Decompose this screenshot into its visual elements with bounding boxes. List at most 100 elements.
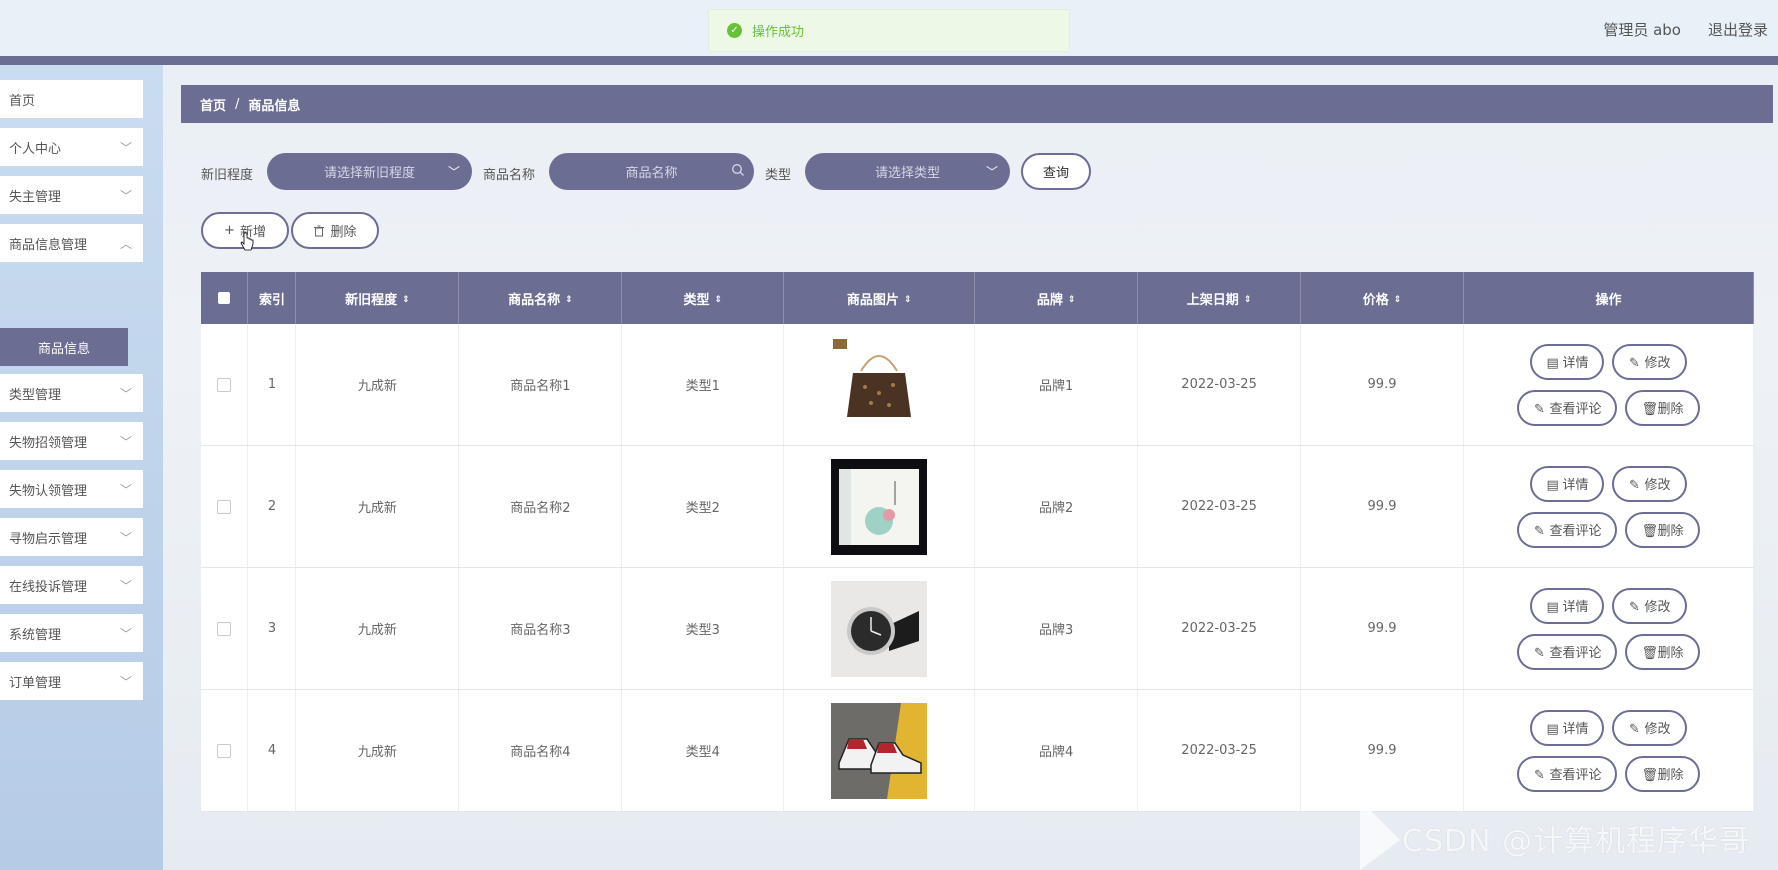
trash-icon: 🗑 [1641, 523, 1658, 539]
sidebar-item-notices[interactable]: 寻物启示管理 ﹀ [0, 518, 143, 556]
product-image-sneakers[interactable] [831, 702, 928, 799]
table-row: 4 九成新 商品名称4 类型4 品牌4 2022-03-25 99.9 ▤ 详情… [201, 689, 1755, 812]
sidebar-item-label: 在线投诉管理 [9, 579, 88, 595]
delete-button[interactable]: 🗑 删除 [1625, 511, 1700, 548]
chevron-down-icon: ﹀ [119, 675, 132, 689]
type-select-placeholder: 请选择类型 [874, 166, 940, 181]
column-header-index: 索引 [247, 272, 297, 324]
condition-select-placeholder: 请选择新旧程度 [323, 166, 415, 181]
sort-icon[interactable]: ⇕ [1244, 295, 1252, 305]
detail-button[interactable]: ▤ 详情 [1530, 587, 1605, 624]
condition-select[interactable]: 请选择新旧程度 ﹀ [267, 153, 472, 190]
name-search-placeholder: 商品名称 [625, 166, 678, 181]
cell-index: 1 [247, 324, 297, 446]
delete-button-label: 删除 [1657, 646, 1684, 661]
product-image-watch[interactable] [831, 580, 928, 677]
view-comments-button[interactable]: ✎ 查看评论 [1517, 511, 1618, 548]
view-comments-button[interactable]: ✎ 查看评论 [1517, 755, 1618, 792]
query-button[interactable]: 查询 [1021, 153, 1091, 190]
column-header-name[interactable]: 商品名称 ⇕ [458, 272, 623, 324]
column-header-date[interactable]: 上架日期 ⇕ [1137, 272, 1302, 324]
sidebar-item-system[interactable]: 系统管理 ﹀ [0, 614, 143, 652]
product-image-handbag[interactable] [831, 336, 928, 433]
row-checkbox[interactable] [201, 324, 249, 446]
edit-button[interactable]: ✎ 修改 [1612, 343, 1687, 380]
table-row: 2 九成新 商品名称2 类型2 品牌2 2022-03-25 99.9 ▤ 详情… [201, 445, 1755, 568]
sidebar-item-complaints[interactable]: 在线投诉管理 ﹀ [0, 566, 143, 604]
sidebar-item-owners[interactable]: 失主管理 ﹀ [0, 176, 143, 214]
detail-button[interactable]: ▤ 详情 [1530, 343, 1605, 380]
column-header-price[interactable]: 价格 ⇕ [1300, 272, 1464, 324]
chevron-down-icon: ﹀ [119, 483, 132, 497]
sort-icon[interactable]: ⇕ [1394, 295, 1402, 305]
pencil-icon: ✎ [1629, 355, 1640, 371]
cell-name: 商品名称3 [458, 567, 623, 690]
row-checkbox[interactable] [201, 445, 249, 568]
breadcrumb-home[interactable]: 首页 [200, 95, 226, 114]
sidebar-item-label: 失主管理 [9, 189, 62, 205]
view-comments-button[interactable]: ✎ 查看评论 [1517, 389, 1618, 426]
column-header-image[interactable]: 商品图片 ⇕ [783, 272, 976, 324]
detail-button[interactable]: ▤ 详情 [1530, 465, 1605, 502]
cell-ops: ▤ 详情 ✎ 修改 ✎ 查看评论 🗑 删除 [1463, 324, 1755, 446]
select-all-checkbox[interactable] [201, 272, 249, 324]
cell-condition: 九成新 [295, 445, 460, 568]
cell-image [783, 445, 976, 568]
column-header-label: 上架日期 [1186, 292, 1239, 308]
delete-button-label: 删除 [1657, 402, 1684, 417]
column-header-label: 商品名称 [508, 292, 561, 308]
sidebar-item-home[interactable]: 首页 [0, 80, 143, 118]
detail-button-label: 详情 [1562, 356, 1589, 371]
cell-condition: 九成新 [295, 567, 460, 690]
sort-icon[interactable]: ⇕ [904, 295, 912, 305]
breadcrumb: 首页 / 商品信息 [181, 85, 1773, 123]
product-image-book-box[interactable] [831, 458, 928, 555]
sidebar-item-orders[interactable]: 订单管理 ﹀ [0, 662, 143, 700]
delete-button[interactable]: 🗑 删除 [1625, 755, 1700, 792]
sidebar-item-label: 订单管理 [9, 675, 62, 691]
view-comments-button[interactable]: ✎ 查看评论 [1517, 633, 1618, 670]
sidebar-item-label: 首页 [9, 93, 36, 109]
sidebar-item-lost-found[interactable]: 失物招领管理 ﹀ [0, 422, 143, 460]
column-header-label: 价格 [1362, 292, 1389, 308]
sidebar-item-label: 类型管理 [9, 387, 62, 403]
row-checkbox[interactable] [201, 689, 249, 812]
sort-icon[interactable]: ⇕ [715, 295, 723, 305]
name-search-input[interactable]: 商品名称 [549, 153, 754, 190]
cell-price: 99.9 [1300, 689, 1464, 812]
column-header-label: 商品图片 [846, 292, 899, 308]
column-header-label: 新旧程度 [345, 292, 398, 308]
sort-icon[interactable]: ⇕ [565, 295, 573, 305]
chevron-up-icon: ︿ [119, 237, 132, 251]
cell-name: 商品名称2 [458, 445, 623, 568]
edit-button[interactable]: ✎ 修改 [1612, 709, 1687, 746]
delete-button[interactable]: 🗑 删除 [1625, 633, 1700, 670]
edit-button[interactable]: ✎ 修改 [1612, 587, 1687, 624]
top-bar-divider [0, 56, 1778, 65]
sort-icon[interactable]: ⇕ [402, 295, 410, 305]
pencil-icon: ✎ [1534, 767, 1545, 783]
edit-button[interactable]: ✎ 修改 [1612, 465, 1687, 502]
row-checkbox[interactable] [201, 567, 249, 690]
sidebar-item-personal-center[interactable]: 个人中心 ﹀ [0, 128, 143, 166]
detail-button[interactable]: ▤ 详情 [1530, 709, 1605, 746]
sort-icon[interactable]: ⇕ [1068, 295, 1076, 305]
chevron-down-icon: ﹀ [119, 141, 132, 155]
cell-price: 99.9 [1300, 445, 1464, 568]
chevron-down-icon: ﹀ [119, 435, 132, 449]
sidebar-subitem-product-info[interactable]: 商品信息 [0, 328, 128, 366]
type-select[interactable]: 请选择类型 ﹀ [805, 153, 1010, 190]
logout-link[interactable]: 退出登录 [1708, 19, 1768, 40]
column-header-condition[interactable]: 新旧程度 ⇕ [295, 272, 460, 324]
sidebar-item-products[interactable]: 商品信息管理 ︿ [0, 224, 143, 262]
sidebar-item-claims[interactable]: 失物认领管理 ﹀ [0, 470, 143, 508]
pencil-icon: ✎ [1629, 477, 1640, 493]
batch-delete-button[interactable]: 删除 [291, 212, 379, 249]
delete-button[interactable]: 🗑 删除 [1625, 389, 1700, 426]
cell-type: 类型4 [621, 689, 785, 812]
column-header-type[interactable]: 类型 ⇕ [621, 272, 785, 324]
cell-date: 2022-03-25 [1137, 567, 1302, 690]
table-header-row: 索引 新旧程度 ⇕ 商品名称 ⇕ 类型 ⇕ 商品图片 ⇕ 品牌 ⇕ 上架日期 ⇕ 价格 ⇕ 操… [201, 272, 1755, 324]
column-header-brand[interactable]: 品牌 ⇕ [974, 272, 1139, 324]
sidebar-item-types[interactable]: 类型管理 ﹀ [0, 374, 143, 412]
